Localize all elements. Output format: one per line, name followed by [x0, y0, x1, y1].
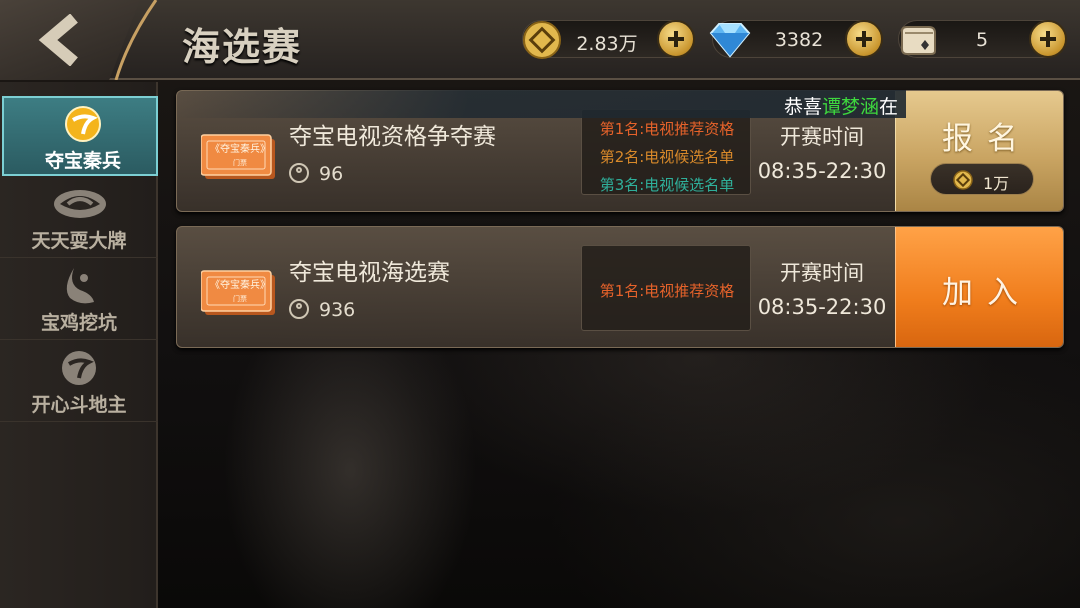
doudizhu-logo-icon: [62, 351, 96, 385]
player-count-value: 96: [319, 163, 344, 185]
sidebar-item-label: 天天耍大牌: [31, 230, 127, 252]
sidebar-item-label: 夺宝秦兵: [44, 150, 121, 172]
game-sidebar: 夺宝秦兵 天天耍大牌 宝鸡挖坑 开心斗地主: [0, 82, 158, 608]
announcement-prefix: 恭喜: [784, 96, 823, 118]
player-count-value: 936: [319, 299, 356, 321]
player-count: 96: [289, 163, 343, 185]
register-button[interactable]: 报名 1万: [895, 91, 1063, 211]
diamond-balance: 3382: [709, 20, 883, 58]
tournament-card: 《夺宝秦兵》 门票 夺宝电视海选赛 936 第1名:电视推荐资格 开赛时间 08…: [176, 226, 1064, 348]
ticket-sublabel: 门票: [233, 159, 247, 167]
add-coins-button[interactable]: [657, 20, 695, 58]
join-button-label: 加入: [942, 275, 1032, 311]
prize-list: 第1名:电视推荐资格 第2名:电视候选名单 第3名:电视候选名单: [581, 109, 751, 195]
ticket-label: 《夺宝秦兵》: [210, 280, 270, 291]
card-balance: 5: [898, 20, 1067, 58]
room-card-icon: [901, 26, 936, 55]
coin-value: 2.83万: [576, 33, 638, 55]
start-time-label: 开赛时间: [780, 261, 864, 285]
add-diamonds-button[interactable]: [845, 20, 883, 58]
diamond-value: 3382: [774, 29, 824, 51]
announcement-marquee: 恭喜谭梦涵在: [176, 90, 906, 118]
prize-list: 第1名:电视推荐资格: [581, 245, 751, 331]
ticket-label: 《夺宝秦兵》: [210, 144, 270, 155]
register-button-label: 报名: [942, 121, 1032, 157]
entry-fee: 1万: [930, 163, 1034, 195]
card-value: 5: [975, 29, 989, 51]
winner-name: 谭梦涵: [822, 96, 880, 118]
ticket-sublabel: 门票: [233, 295, 247, 303]
add-cards-button[interactable]: [1029, 20, 1067, 58]
player-count: 936: [289, 299, 355, 321]
prize-line: 第3名:电视候选名单: [599, 176, 735, 194]
start-time-label: 开赛时间: [780, 125, 864, 149]
announcement-suffix: 在: [879, 96, 899, 118]
user-icon: [289, 299, 309, 319]
baoji-logo-icon: [66, 268, 94, 304]
join-button[interactable]: 加入: [895, 227, 1063, 347]
sidebar-item-kaixin-doudizhu[interactable]: 开心斗地主: [0, 342, 158, 422]
user-icon: [289, 163, 309, 183]
start-time-value: 08:35-22:30: [757, 159, 887, 183]
header-divider-icon: [114, 0, 158, 80]
top-bar: 海选赛 2.83万 3382 5: [0, 0, 1080, 80]
entry-fee-value: 1万: [983, 174, 1010, 193]
coin-icon: [523, 21, 561, 59]
back-arrow-icon: [38, 14, 78, 66]
coin-icon: [953, 170, 973, 190]
prize-line: 第1名:电视推荐资格: [599, 282, 735, 300]
sidebar-item-label: 宝鸡挖坑: [40, 312, 117, 334]
sidebar-item-tiantian-shua-dapai[interactable]: 天天耍大牌: [0, 178, 158, 258]
sidebar-item-label: 开心斗地主: [31, 394, 127, 416]
sidebar-item-baoji-wakeng[interactable]: 宝鸡挖坑: [0, 260, 158, 340]
page-title: 海选赛: [182, 25, 303, 69]
coin-balance: 2.83万: [522, 20, 695, 59]
tiantian-logo-icon: [54, 190, 106, 218]
duobao-logo-icon: [65, 106, 101, 142]
prize-line: 第1名:电视推荐资格: [599, 120, 735, 138]
tournament-title: 夺宝电视资格争夺赛: [289, 124, 496, 150]
start-time-value: 08:35-22:30: [757, 295, 887, 319]
tournament-title: 夺宝电视海选赛: [289, 260, 450, 286]
announcement-text: 恭喜谭梦涵在: [784, 92, 898, 118]
sidebar-item-duobao-qinbing[interactable]: 夺宝秦兵: [2, 96, 158, 176]
prize-line: 第2名:电视候选名单: [599, 148, 735, 166]
diamond-icon: [709, 23, 751, 58]
